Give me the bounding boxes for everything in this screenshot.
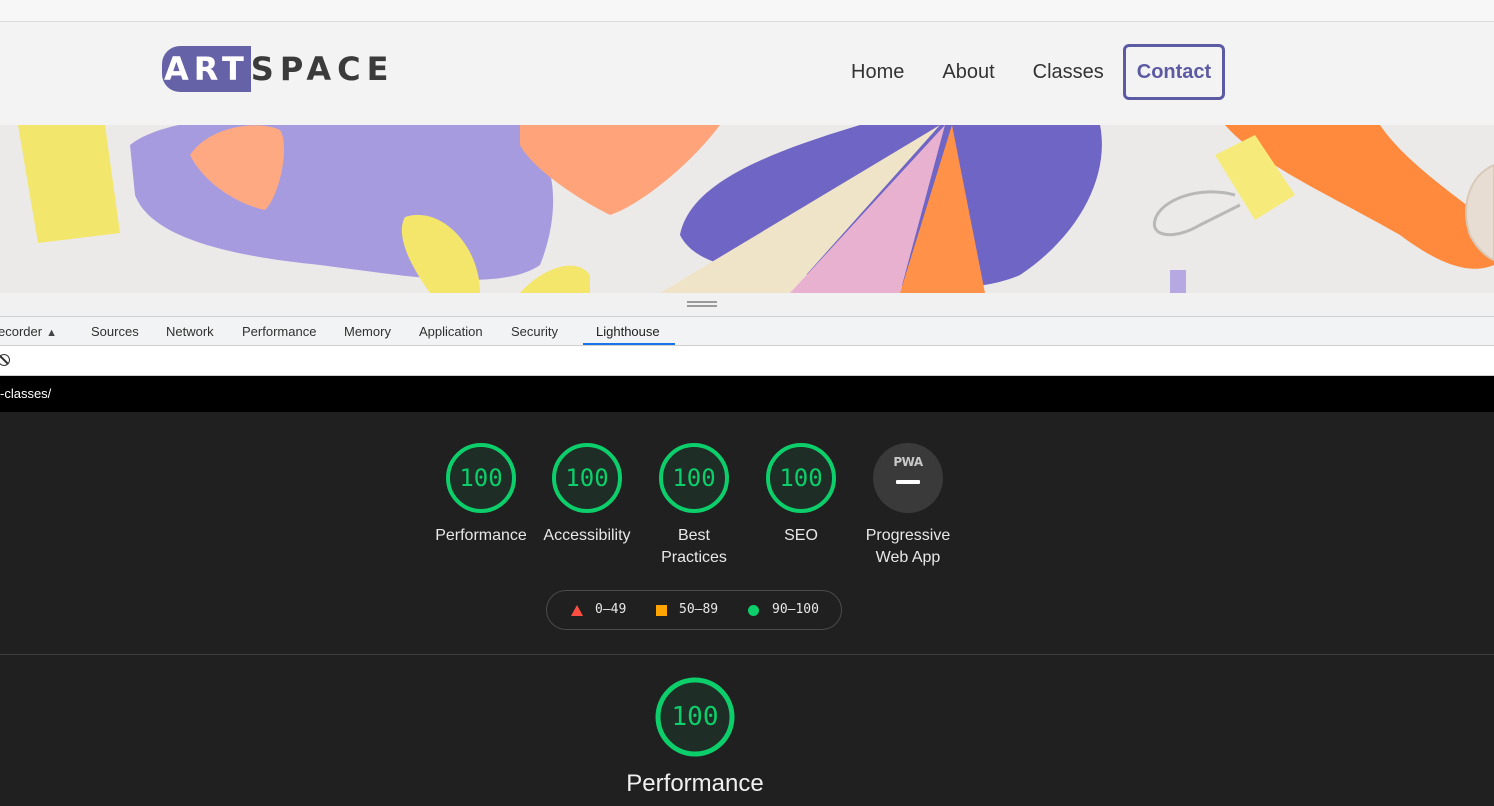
nav-home-link[interactable]: Home (851, 61, 904, 84)
tab-lighthouse[interactable]: Lighthouse (596, 317, 660, 346)
fail-triangle-icon (571, 605, 583, 616)
tab-application[interactable]: Application (419, 317, 483, 346)
section-divider (0, 654, 1494, 655)
pwa-dash-icon (896, 480, 920, 484)
gauge-accessibility-score: 100 (565, 464, 609, 492)
clear-block-icon[interactable] (0, 354, 10, 366)
contact-button[interactable]: Contact (1122, 44, 1226, 100)
main-nav: Home About Classes Contact (832, 44, 1226, 100)
legend-fail-range: 0–49 (595, 602, 627, 617)
legend-average-range: 50–89 (679, 602, 719, 617)
tab-security[interactable]: Security (511, 317, 558, 346)
gauge-pwa[interactable]: PWA (873, 443, 943, 513)
gauge-accessibility-label: Accessibility (543, 527, 631, 544)
main-performance-title: Performance (626, 770, 764, 797)
drag-grip-icon[interactable] (687, 301, 717, 307)
logo-space-text: SPACE (250, 50, 395, 88)
gauge-seo-score: 100 (779, 464, 823, 492)
devtools-resize-handle[interactable] (0, 293, 1494, 316)
gauge-seo-label: SEO (784, 527, 818, 544)
tab-performance[interactable]: Performance (242, 317, 316, 346)
hero-image (0, 125, 1494, 293)
gauge-pwa-label: Progressive Web App (865, 527, 951, 566)
hero-paper-shapes (0, 125, 1494, 293)
tab-sources[interactable]: Sources (91, 317, 139, 346)
nav-about-link[interactable]: About (942, 61, 994, 84)
gauge-performance[interactable]: 100 (445, 442, 517, 514)
tab-memory[interactable]: Memory (344, 317, 391, 346)
gauge-best-practices[interactable]: 100 (658, 442, 730, 514)
report-url: -classes/ (0, 386, 52, 401)
main-performance-gauge[interactable]: 100 (654, 676, 736, 758)
gauge-accessibility[interactable]: 100 (551, 442, 623, 514)
gauge-performance-label: Performance (435, 527, 527, 544)
pass-circle-icon (748, 605, 759, 616)
gauge-performance-score: 100 (459, 464, 503, 492)
pwa-badge-icon: PWA (893, 455, 923, 469)
nav-classes-link[interactable]: Classes (1033, 61, 1104, 84)
report-url-bar: -classes/ (0, 376, 1494, 412)
lighthouse-report: 100 Performance 100 Accessibility 100 Be… (0, 412, 1494, 806)
score-legend: 0–49 50–89 90–100 (546, 590, 842, 630)
active-tab-indicator (583, 343, 675, 345)
artspace-logo[interactable]: ART SPACE (162, 46, 394, 92)
tab-recorder[interactable]: ecorder ▲ (0, 317, 57, 346)
tab-recorder-label: ecorder (0, 324, 43, 339)
gauge-seo[interactable]: 100 (765, 442, 837, 514)
devtools-tabbar: ecorder ▲ Sources Network Performance Mem… (0, 316, 1494, 346)
devtools-toolbar (0, 346, 1494, 376)
flask-icon: ▲ (46, 327, 57, 339)
main-performance-score: 100 (671, 702, 719, 732)
average-square-icon (656, 605, 667, 616)
site-header: ART SPACE Home About Classes Contact (0, 22, 1494, 125)
logo-art-text: ART (162, 46, 251, 92)
tab-network[interactable]: Network (166, 317, 214, 346)
legend-pass-range: 90–100 (772, 602, 819, 617)
browser-top-strip (0, 0, 1494, 22)
gauge-best-practices-score: 100 (672, 464, 716, 492)
gauge-best-practices-label: Best Practices (661, 527, 727, 566)
